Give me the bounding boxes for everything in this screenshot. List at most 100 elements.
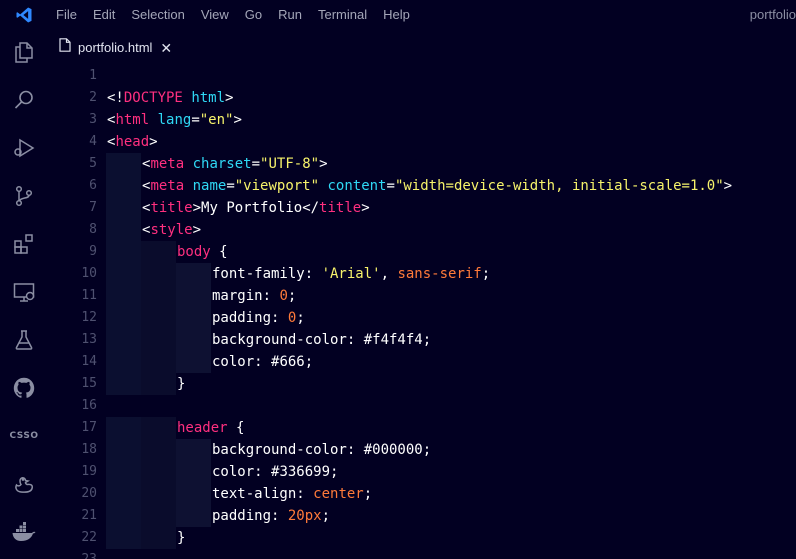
line-number: 5 — [89, 156, 97, 171]
code-line[interactable]: 8 <style> — [48, 219, 796, 241]
docker-icon[interactable] — [0, 512, 48, 552]
code-token: : — [346, 332, 364, 348]
code-token: = — [251, 156, 261, 172]
line-number: 22 — [81, 530, 97, 545]
code-token: My Portfolio — [201, 200, 303, 216]
code-line[interactable]: 16 — [48, 395, 796, 417]
code-editor[interactable]: 1 2 <!DOCTYPE html> 3 <html lang="en"> 4 <head… — [48, 64, 796, 559]
menu-item-run[interactable]: Run — [270, 0, 310, 30]
csso-icon[interactable]: CSSO — [0, 416, 48, 456]
code-line[interactable]: 12 padding: 0; — [48, 307, 796, 329]
indent-guide — [176, 329, 211, 351]
code-token: "width=device-width, initial-scale=1.0" — [394, 178, 724, 194]
indent-guide — [106, 527, 141, 549]
code-text: text-align: center; — [212, 483, 372, 505]
code-token: = — [191, 112, 200, 128]
menu-item-edit[interactable]: Edit — [85, 0, 123, 30]
code-line[interactable]: 10 font-family: 'Arial', sans-serif; — [48, 263, 796, 285]
code-token: : — [262, 288, 280, 304]
code-token: padding — [212, 508, 272, 524]
files-icon[interactable] — [0, 32, 48, 72]
code-token: header — [177, 420, 228, 436]
run-debug-icon[interactable] — [0, 128, 48, 168]
remote-explorer-icon[interactable] — [0, 272, 48, 312]
code-text: header { — [177, 417, 244, 439]
code-line[interactable]: 23 — [48, 549, 796, 559]
code-text: <meta charset="UTF-8"> — [142, 153, 328, 175]
code-token: > — [225, 90, 234, 106]
menu-item-selection[interactable]: Selection — [123, 0, 192, 30]
code-line[interactable]: 21 padding: 20px; — [48, 505, 796, 527]
code-token: : — [271, 508, 288, 524]
code-token: 0 — [279, 288, 288, 304]
code-token: font-family — [212, 266, 305, 282]
github-icon[interactable] — [0, 368, 48, 408]
indent-guide — [106, 153, 141, 175]
code-token: content — [327, 178, 387, 194]
code-line[interactable]: 19 color: #336699; — [48, 461, 796, 483]
indent-guide — [141, 329, 176, 351]
indent-guide — [141, 417, 176, 439]
menu-item-terminal[interactable]: Terminal — [310, 0, 375, 30]
code-text: background-color: #f4f4f4; — [212, 329, 431, 351]
code-token: > — [192, 222, 202, 238]
editor-window: File Edit Selection View Go Run Terminal Help p… — [0, 0, 796, 559]
code-token: ; — [481, 266, 491, 282]
code-token: = — [226, 178, 235, 194]
code-line[interactable]: 15} — [48, 373, 796, 395]
code-line[interactable]: 22} — [48, 527, 796, 549]
tab-portfolio-html[interactable]: portfolio.html ✕ — [48, 30, 188, 64]
code-token: meta — [150, 178, 185, 194]
menu-item-file[interactable]: File — [48, 0, 85, 30]
code-line[interactable]: 7 <title>My Portfolio</title> — [48, 197, 796, 219]
code-line[interactable]: 5 <meta charset="UTF-8"> — [48, 153, 796, 175]
search-icon[interactable] — [0, 80, 48, 120]
code-token: : — [304, 266, 322, 282]
code-text: color: #336699; — [212, 461, 338, 483]
code-token: 'Arial' — [321, 266, 381, 282]
indent-guide — [106, 263, 141, 285]
indent-guide — [176, 351, 211, 373]
source-control-icon[interactable] — [0, 176, 48, 216]
code-line[interactable]: 11 margin: 0; — [48, 285, 796, 307]
menu-item-view[interactable]: View — [193, 0, 237, 30]
code-line[interactable]: 17 header { — [48, 417, 796, 439]
code-line[interactable]: 14 color: #666; — [48, 351, 796, 373]
code-text: } — [177, 527, 185, 549]
line-number: 21 — [81, 508, 97, 523]
code-line[interactable]: 3 <html lang="en"> — [48, 109, 796, 131]
code-line[interactable]: 4 <head> — [48, 131, 796, 153]
code-line[interactable]: 13 background-color: #f4f4f4; — [48, 329, 796, 351]
close-icon[interactable]: ✕ — [160, 41, 172, 55]
code-token: } — [177, 530, 186, 546]
code-line[interactable]: 1 — [48, 65, 796, 87]
code-line[interactable]: 20 text-align: center; — [48, 483, 796, 505]
code-line[interactable]: 6 <meta name="viewport" content="width=de… — [48, 175, 796, 197]
code-token: padding — [212, 310, 272, 326]
extensions-icon[interactable] — [0, 224, 48, 264]
code-line[interactable]: 2 <!DOCTYPE html> — [48, 87, 796, 109]
code-token: title — [150, 200, 193, 216]
line-number: 4 — [89, 134, 97, 149]
code-token: "en" — [199, 112, 234, 128]
code-line[interactable]: 18 background-color: #000000; — [48, 439, 796, 461]
code-token: background-color — [212, 442, 347, 458]
code-token: body — [177, 244, 211, 260]
code-token: #f4f4f4 — [363, 332, 423, 348]
indent-guide — [106, 329, 141, 351]
code-token: <! — [107, 90, 124, 106]
indent-guide — [176, 505, 211, 527]
code-token: style — [150, 222, 193, 238]
duck-icon[interactable] — [0, 464, 48, 504]
code-token: : — [254, 464, 272, 480]
indent-guide — [176, 263, 211, 285]
code-token: : — [271, 310, 288, 326]
code-token: ; — [363, 486, 373, 502]
testing-icon[interactable] — [0, 320, 48, 360]
code-token: #336699 — [271, 464, 331, 480]
code-line[interactable]: 9 body { — [48, 241, 796, 263]
menu-item-go[interactable]: Go — [237, 0, 270, 30]
menu-item-help[interactable]: Help — [375, 0, 418, 30]
